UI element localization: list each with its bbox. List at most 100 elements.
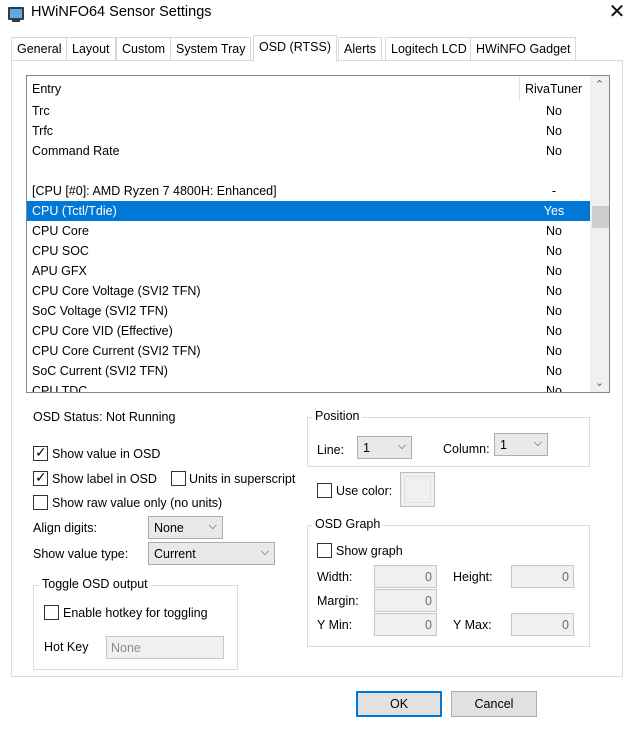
- column-value: 1: [500, 438, 507, 452]
- toggle-osd-group-title: Toggle OSD output: [39, 577, 151, 591]
- tab-general[interactable]: General: [11, 37, 68, 61]
- show-value-type-value: Current: [154, 547, 196, 561]
- column-label: Column:: [443, 442, 490, 456]
- use-color-label[interactable]: Use color:: [336, 484, 392, 498]
- color-swatch-inner: [404, 476, 431, 503]
- list-item-rivatuner-value: -: [551, 184, 557, 198]
- graph-ymin-field[interactable]: 0: [374, 613, 437, 636]
- cancel-button[interactable]: Cancel: [451, 691, 537, 717]
- hotkey-field[interactable]: None: [106, 636, 224, 659]
- tab-layout[interactable]: Layout: [66, 37, 116, 61]
- units-superscript-checkbox[interactable]: [171, 471, 186, 486]
- tab-system-tray[interactable]: System Tray: [170, 37, 252, 61]
- graph-width-label: Width:: [317, 570, 353, 584]
- tab-custom[interactable]: Custom: [116, 37, 172, 61]
- hwinfo-app-icon: [8, 7, 24, 22]
- column-header-entry[interactable]: Entry: [32, 82, 61, 96]
- show-graph-checkbox[interactable]: [317, 543, 332, 558]
- list-item-rivatuner-value: No: [546, 264, 562, 278]
- show-raw-label[interactable]: Show raw value only (no units): [52, 496, 222, 510]
- list-item-entry: CPU Core Current (SVI2 TFN): [32, 344, 201, 358]
- show-value-type-dropdown[interactable]: Current ⌵: [148, 542, 275, 565]
- list-item[interactable]: CPU Core VID (Effective) No: [27, 321, 590, 341]
- check-icon: ✓: [35, 444, 47, 460]
- chevron-down-icon: ⌵: [533, 437, 542, 449]
- list-item[interactable]: Trc No: [27, 101, 590, 121]
- hotkey-label: Hot Key: [44, 640, 89, 654]
- list-item-rivatuner-value: No: [546, 364, 562, 378]
- enable-hotkey-label[interactable]: Enable hotkey for toggling: [63, 606, 208, 620]
- color-picker-swatch[interactable]: [400, 472, 435, 507]
- list-item[interactable]: [CPU [#0]: AMD Ryzen 7 4800H: Enhanced] -: [27, 181, 590, 201]
- list-item[interactable]: CPU Core Current (SVI2 TFN) No: [27, 341, 590, 361]
- use-color-checkbox[interactable]: [317, 483, 332, 498]
- list-item[interactable]: [27, 161, 590, 181]
- enable-hotkey-checkbox[interactable]: [44, 605, 59, 620]
- scroll-down-icon[interactable]: ⌄: [590, 374, 609, 392]
- graph-margin-value: 0: [425, 594, 432, 608]
- title-bar[interactable]: HWiNFO64 Sensor Settings ✕: [0, 0, 641, 28]
- chevron-down-icon: ⌵: [260, 546, 269, 558]
- list-item-rivatuner-value: No: [546, 244, 562, 258]
- show-raw-checkbox[interactable]: [33, 495, 48, 510]
- list-item[interactable]: Command Rate No: [27, 141, 590, 161]
- list-item[interactable]: SoC Current (SVI2 TFN) No: [27, 361, 590, 381]
- list-item-entry: CPU TDC: [32, 384, 88, 393]
- osd-status: OSD Status: Not Running: [33, 410, 176, 424]
- column-dropdown[interactable]: 1 ⌵: [494, 433, 548, 456]
- osd-graph-group-title: OSD Graph: [312, 517, 384, 531]
- column-header-rivatuner[interactable]: RivaTuner: [525, 82, 582, 96]
- list-item[interactable]: CPU Core No: [27, 221, 590, 241]
- hotkey-value: None: [111, 641, 141, 655]
- scrollbar-thumb[interactable]: [592, 206, 609, 228]
- column-divider[interactable]: [519, 76, 520, 101]
- graph-height-field[interactable]: 0: [511, 565, 574, 588]
- tab-alerts[interactable]: Alerts: [338, 37, 382, 61]
- graph-height-label: Height:: [453, 570, 493, 584]
- graph-margin-field[interactable]: 0: [374, 589, 437, 612]
- graph-ymax-field[interactable]: 0: [511, 613, 574, 636]
- list-scrollbar[interactable]: ⌃ ⌄: [590, 76, 609, 392]
- sensor-list[interactable]: Entry RivaTuner Trc No Trfc No Command Rate N…: [26, 75, 610, 393]
- list-item[interactable]: SoC Voltage (SVI2 TFN) No: [27, 301, 590, 321]
- graph-ymin-value: 0: [425, 618, 432, 632]
- window-title: HWiNFO64 Sensor Settings: [31, 4, 212, 20]
- graph-ymax-value: 0: [562, 618, 569, 632]
- chevron-down-icon: ⌵: [397, 440, 406, 452]
- line-value: 1: [363, 441, 370, 455]
- show-value-label[interactable]: Show value in OSD: [52, 447, 160, 461]
- show-value-type-label: Show value type:: [33, 547, 129, 561]
- show-value-checkbox[interactable]: ✓: [33, 444, 48, 461]
- list-item-entry: CPU Core Voltage (SVI2 TFN): [32, 284, 201, 298]
- list-item-entry: SoC Voltage (SVI2 TFN): [32, 304, 168, 318]
- tab-hwinfo-gadget[interactable]: HWiNFO Gadget: [470, 37, 577, 61]
- list-item-rivatuner-value: No: [546, 384, 562, 393]
- list-item[interactable]: Trfc No: [27, 121, 590, 141]
- list-item[interactable]: APU GFX No: [27, 261, 590, 281]
- graph-ymax-label: Y Max:: [453, 618, 492, 632]
- list-item-rivatuner-value: No: [546, 124, 562, 138]
- units-superscript-label[interactable]: Units in superscript: [189, 472, 295, 486]
- graph-width-field[interactable]: 0: [374, 565, 437, 588]
- list-item[interactable]: CPU (Tctl/Tdie) Yes: [27, 201, 590, 221]
- list-item-entry: Trc: [32, 104, 50, 118]
- show-label-checkbox[interactable]: ✓: [33, 469, 48, 486]
- close-icon[interactable]: ✕: [604, 1, 630, 23]
- align-digits-dropdown[interactable]: None ⌵: [148, 516, 223, 539]
- check-icon: ✓: [35, 469, 47, 485]
- ok-button[interactable]: OK: [356, 691, 442, 717]
- list-item-rivatuner-value: No: [546, 104, 562, 118]
- scroll-up-icon[interactable]: ⌃: [590, 76, 609, 94]
- tab-logitech-lcd[interactable]: Logitech LCD: [385, 37, 473, 61]
- line-dropdown[interactable]: 1 ⌵: [357, 436, 412, 459]
- list-item-entry: APU GFX: [32, 264, 87, 278]
- list-item[interactable]: CPU Core Voltage (SVI2 TFN) No: [27, 281, 590, 301]
- list-item-entry: Trfc: [32, 124, 54, 138]
- graph-height-value: 0: [562, 570, 569, 584]
- graph-width-value: 0: [425, 570, 432, 584]
- list-item[interactable]: CPU SOC No: [27, 241, 590, 261]
- list-item[interactable]: CPU TDC No: [27, 381, 590, 393]
- show-graph-label[interactable]: Show graph: [336, 544, 403, 558]
- tab-osd-rtss[interactable]: OSD (RTSS): [253, 35, 337, 62]
- show-label-label[interactable]: Show label in OSD: [52, 472, 157, 486]
